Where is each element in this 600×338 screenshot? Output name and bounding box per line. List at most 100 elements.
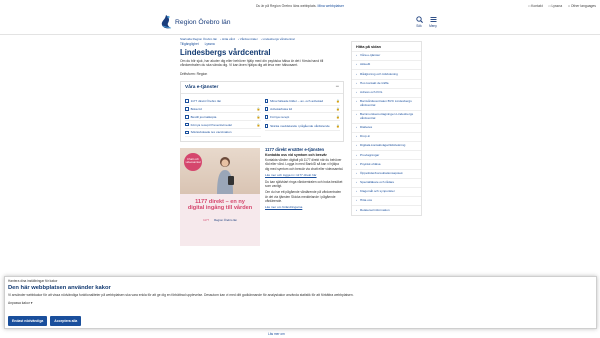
accept-all-button[interactable]: Acceptera alla: [50, 316, 82, 326]
toc-item[interactable]: Våra e-tjänster: [352, 51, 421, 60]
eservice-label: Skicka meddelande i pågående vårdärende: [270, 123, 330, 128]
eservices-left-column: 1177 direkt Örebro län Boka tid 🔒 Bestill…: [185, 98, 261, 137]
eservice-link[interactable]: 1177 direkt Örebro län: [185, 98, 261, 106]
promo-photo: Chatt och videosamtal: [180, 147, 260, 194]
promo-image[interactable]: Chatt och videosamtal 1177 direkt – en n…: [180, 147, 260, 246]
toc-item[interactable]: Barnvårdscentralen BVC Lindesbergs vårdc…: [352, 96, 421, 110]
eservices-heading: Våra e-tjänster: [185, 84, 219, 90]
eservice-link[interactable]: Avboka/boka tid 🔒: [264, 106, 340, 114]
operation-form: Driftsform: Region: [180, 71, 208, 76]
lock-icon: 🔒: [256, 122, 261, 127]
toc-item[interactable]: Specialläkare och rådare: [352, 177, 421, 187]
promo-body: Om du har ett pågående vårdärende på vår…: [265, 190, 342, 203]
toc-item[interactable]: Adress och KOL: [352, 87, 421, 97]
promo-section: Chatt och videosamtal 1177 direkt – en n…: [180, 146, 344, 246]
eservice-link[interactable]: Mina hälsade bilder – av- och avbokad 🔒: [264, 98, 340, 106]
toc-item[interactable]: Drop-in: [352, 131, 421, 141]
eservice-label: Boka tid: [190, 107, 202, 111]
external-link-icon: [264, 99, 269, 103]
search-button[interactable]: Sök: [412, 16, 426, 28]
external-link-icon: [185, 107, 189, 111]
promo-text: 1177 direkt ersätter e-tjänsten Kontakta…: [265, 146, 344, 246]
lock-icon: 🔒: [336, 99, 340, 104]
eservice-label: Förnya recept Preventivmedel: [190, 122, 232, 127]
logo-region: Region Örebro län: [214, 217, 237, 222]
logo-text: Region Örebro län: [175, 18, 231, 26]
region-logo-icon: [161, 15, 172, 29]
eservice-label: 1177 direkt Örebro län: [190, 99, 222, 104]
lock-icon: 🔒: [256, 114, 261, 119]
toc-item[interactable]: Diabetes: [352, 122, 421, 132]
eservice-label: Avboka/boka tid: [270, 107, 293, 111]
toc-item[interactable]: Relaterad information: [352, 205, 421, 214]
collapse-icon[interactable]: −: [335, 84, 339, 90]
promo-logos: 1177 Region Örebro län: [180, 218, 260, 222]
partial-link[interactable]: Läs mer om: [268, 332, 285, 336]
eservice-link[interactable]: Skicka meddelande i pågående vårdärende 🔒: [264, 121, 340, 132]
necessary-only-button[interactable]: Endast nödvändiga: [8, 316, 48, 326]
page-title: Lindesbergs vårdcentral: [180, 48, 271, 57]
adjust-cookies-toggle[interactable]: Anpassa kakor: [8, 301, 593, 305]
my-sites-link[interactable]: Mina webbplatser: [317, 4, 344, 8]
accessibility-link[interactable]: Tillgänglighet: [180, 42, 199, 46]
menu-label: Meny: [429, 24, 437, 28]
toc-item[interactable]: Barnmorskemottagningen Lindesbergs vårdc…: [352, 109, 421, 123]
eservice-label: Förnya recept: [270, 114, 290, 119]
changes-link[interactable]: Läs mer om förändringarna: [265, 205, 344, 209]
eservice-link[interactable]: Sök/avbokade tex vaccination: [185, 129, 261, 137]
toc-item[interactable]: Provtagningar: [352, 150, 421, 159]
search-icon: [415, 16, 423, 23]
logo-link[interactable]: Region Örebro län: [160, 14, 231, 30]
toc-item[interactable]: Psykisk ohälsa: [352, 159, 421, 168]
eservice-link[interactable]: Boka tid 🔒: [185, 106, 261, 114]
search-label: Sök: [416, 24, 422, 28]
toc-item[interactable]: Klagomål och synpunkter: [352, 187, 421, 196]
lock-icon: 🔒: [336, 123, 340, 128]
eservice-label: Bestill journalkopia: [190, 114, 217, 119]
external-link-icon: [185, 122, 189, 127]
lock-icon: 🔒: [256, 107, 261, 111]
listen-page-link[interactable]: Lyssna: [205, 42, 215, 46]
logo-1177: 1177: [203, 217, 210, 222]
login-1177-link[interactable]: Läs mer och logga in i 1177 direkt här: [265, 173, 344, 177]
toc-item[interactable]: Hos kontakt de träffa: [352, 78, 421, 88]
site-notice: Du är på Region Örebro läns webbplats. M…: [0, 4, 600, 8]
external-link-icon: [185, 99, 189, 103]
eservice-label: Mina hälsade bilder – av- och avbokad: [270, 99, 324, 104]
eservice-link[interactable]: Bestill journalkopia 🔒: [185, 113, 261, 122]
promo-subheading: Kontakta oss vid symtom och besvär: [265, 153, 327, 157]
promo-heading: 1177 direkt ersätter e-tjänsten: [265, 146, 325, 152]
toc-item[interactable]: Rådgivning och tidsbokning: [352, 69, 421, 78]
cookie-heading: Den här webbplatsen använder kakor: [8, 285, 111, 291]
promo-image-title: 1177 direkt – en ny digital ingång till …: [180, 199, 260, 212]
eservices-header[interactable]: Våra e-tjänster −: [181, 82, 343, 94]
promo-title-line: digital ingång till vården: [187, 205, 253, 212]
eservice-link[interactable]: Förnya recept 🔒: [264, 113, 340, 122]
lock-icon: 🔒: [336, 114, 340, 119]
external-link-icon: [264, 123, 269, 128]
toc-item[interactable]: Hitta oss: [352, 196, 421, 205]
toc-item[interactable]: Aktuellt: [352, 60, 421, 69]
external-link-icon: [185, 130, 189, 135]
eservices-grid: 1177 direkt Örebro län Boka tid 🔒 Bestill…: [181, 94, 343, 141]
site-notice-text: Du är på Region Örebro läns webbplats.: [255, 3, 317, 8]
eservice-link[interactable]: Förnya recept Preventivmedel 🔒: [185, 121, 261, 129]
external-link-icon: [264, 107, 269, 111]
external-link-icon: [185, 115, 189, 119]
toc-item[interactable]: Öppettider/konsultationsapotek: [352, 168, 421, 178]
toc-list: Våra e-tjänsterAktuelltRådgivning och ti…: [352, 51, 421, 215]
toc-heading: Hitta på sidan: [356, 45, 381, 49]
hamburger-icon: [430, 17, 436, 22]
eservices-panel: Våra e-tjänster − 1177 direkt Örebro län…: [180, 80, 344, 142]
lock-icon: 🔒: [336, 107, 340, 111]
toc-item[interactable]: Digitala kontaktvägar/tidsbokning: [352, 141, 421, 150]
eservices-right-column: Mina hälsade bilder – av- och avbokad 🔒 A…: [264, 98, 340, 137]
cookie-subtitle: Hantera dina inställningar för kakor: [8, 279, 58, 283]
chat-badge: Chatt och videosamtal: [184, 152, 202, 171]
cookie-banner: Hantera dina inställningar för kakor Den…: [4, 276, 597, 329]
site-header: Region Örebro län Sök Meny: [0, 11, 600, 35]
menu-button[interactable]: Meny: [426, 16, 440, 28]
eservice-label: Sök/avbokade tex vaccination: [190, 130, 232, 135]
promo-body: Du kan självklart ringa vårdcentralen oc…: [265, 180, 343, 189]
top-strip: Du är på Region Örebro läns webbplats. M…: [0, 0, 600, 11]
